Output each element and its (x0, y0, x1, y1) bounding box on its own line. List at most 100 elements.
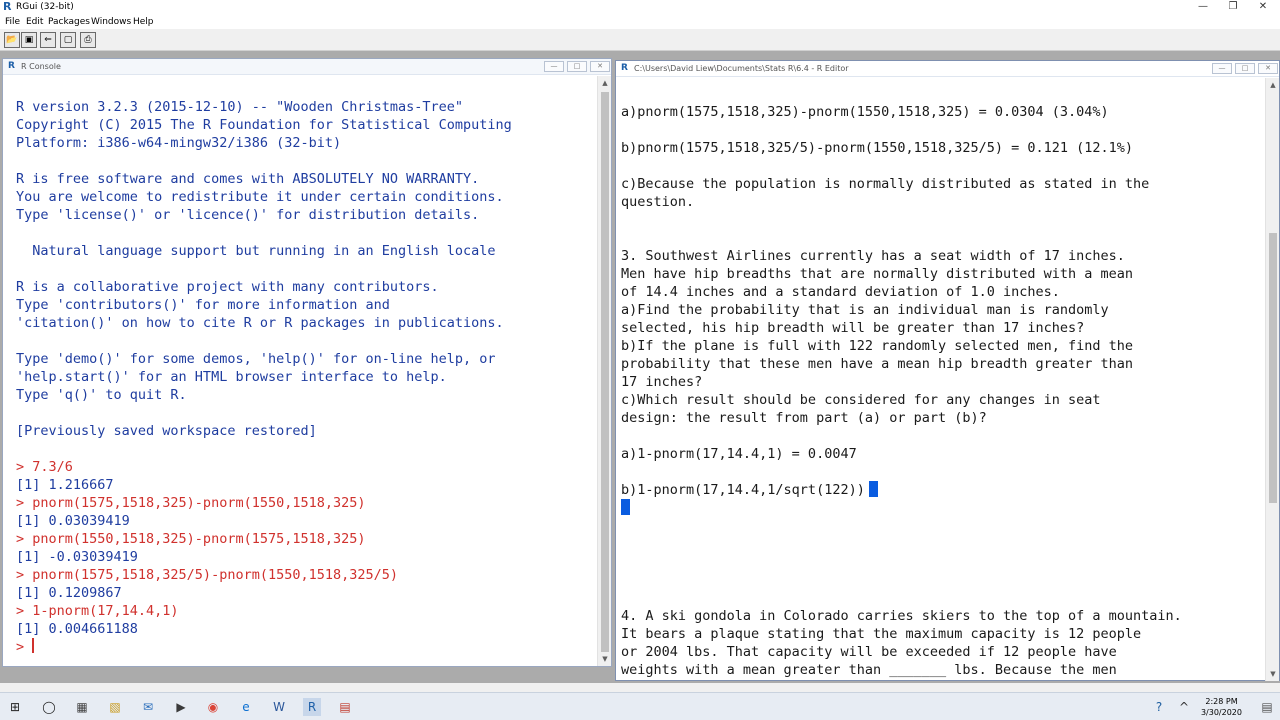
editor-line: selected, his hip breadth will be greate… (621, 319, 1182, 337)
close-button[interactable]: ✕ (1248, 0, 1278, 15)
editor-restore-button[interactable]: □ (1235, 63, 1255, 74)
editor-line-text: probability that these men have a mean h… (621, 356, 1134, 372)
scroll-up-icon[interactable]: ▲ (1266, 78, 1280, 92)
editor-titlebar[interactable]: R C:\Users\David Liew\Documents\Stats R\… (616, 61, 1279, 77)
edge-icon[interactable]: e (237, 698, 255, 716)
word-icon[interactable]: W (270, 698, 288, 716)
r-logo-icon: R (3, 0, 12, 13)
editor-scrollbar[interactable]: ▲ ▼ (1265, 78, 1279, 681)
acrobat-icon[interactable]: ▤ (336, 698, 354, 716)
restore-button[interactable]: ❐ (1218, 0, 1248, 15)
console-intro-line (16, 224, 512, 242)
console-intro-line: Type 'q()' to quit R. (16, 387, 187, 403)
editor-line-text: tend to weigh more than women, the worst… (621, 680, 1133, 681)
editor-line-text: Men have hip breadths that are normally … (621, 266, 1134, 282)
notification-tray-icon[interactable]: ^ (1175, 698, 1193, 716)
console-scrollbar[interactable]: ▲ ▼ (597, 76, 611, 666)
open-script-icon[interactable]: 📂 (4, 32, 20, 48)
menu-edit[interactable]: Edit (26, 16, 43, 28)
console-output-line: [1] 0.004661188 (16, 621, 138, 637)
r-editor-window[interactable]: R C:\Users\David Liew\Documents\Stats R\… (615, 60, 1280, 681)
console-prompt[interactable]: > (16, 638, 512, 656)
editor-minimize-button[interactable]: — (1212, 63, 1232, 74)
console-intro-line: You are welcome to redistribute it under… (16, 189, 504, 205)
console-restore-button[interactable]: □ (567, 61, 587, 72)
clock-date: 3/30/2020 (1200, 708, 1242, 717)
editor-line-text: 4. A ski gondola in Colorado carries ski… (621, 608, 1182, 624)
print-icon[interactable]: ⎙ (80, 32, 96, 48)
copy-icon[interactable]: ▢ (60, 32, 76, 48)
scroll-down-icon[interactable]: ▼ (1266, 667, 1280, 681)
console-command-line: > pnorm(1575,1518,325/5)-pnorm(1550,1518… (16, 567, 399, 583)
editor-title: C:\Users\David Liew\Documents\Stats R\6.… (634, 64, 849, 73)
r-console-window[interactable]: R R Console — □ ✕ R version 3.2.3 (2015-… (2, 58, 612, 667)
editor-close-button[interactable]: ✕ (1258, 63, 1278, 74)
menu-help[interactable]: Help (133, 16, 154, 28)
console-titlebar[interactable]: R R Console — □ ✕ (3, 59, 611, 75)
editor-line: Men have hip breadths that are normally … (621, 265, 1182, 283)
console-command-line: > pnorm(1550,1518,325)-pnorm(1575,1518,3… (16, 531, 366, 547)
save-icon[interactable]: ▣ (21, 32, 37, 48)
scroll-thumb[interactable] (601, 92, 609, 652)
editor-line: question. (621, 193, 1182, 211)
editor-line: weights with a mean greater than _______… (621, 661, 1182, 679)
clock-time: 2:28 PM (1205, 697, 1238, 706)
text-cursor (32, 638, 35, 653)
chrome-icon[interactable]: ◉ (204, 698, 222, 716)
editor-line: It bears a plaque stating that the maxim… (621, 625, 1182, 643)
task-view-icon[interactable]: ▦ (73, 698, 91, 716)
editor-line: 3. Southwest Airlines currently has a se… (621, 247, 1182, 265)
console-intro-line: R is free software and comes with ABSOLU… (16, 171, 480, 187)
editor-line-text: 17 inches? (621, 374, 703, 390)
editor-line-text: 3. Southwest Airlines currently has a se… (621, 248, 1125, 264)
rgui-taskbar-icon[interactable]: R (303, 698, 321, 716)
menu-windows[interactable]: Windows (91, 16, 131, 28)
editor-line: a)pnorm(1575,1518,325)-pnorm(1550,1518,3… (621, 103, 1182, 121)
editor-line: c)Which result should be considered for … (621, 391, 1182, 409)
mail-icon[interactable]: ✉ (139, 698, 157, 716)
system-clock[interactable]: 2:28 PM 3/30/2020 (1201, 696, 1242, 718)
editor-line: of 14.4 inches and a standard deviation … (621, 283, 1182, 301)
load-workspace-icon[interactable]: ⇐ (40, 32, 56, 48)
editor-line-text: b)pnorm(1575,1518,325/5)-pnorm(1550,1518… (621, 140, 1134, 156)
editor-line-text: a)Find the probability that is an indivi… (621, 302, 1109, 318)
help-tray-icon[interactable]: ? (1150, 698, 1168, 716)
editor-line: tend to weigh more than women, the worst… (621, 679, 1182, 681)
console-minimize-button[interactable]: — (544, 61, 564, 72)
editor-line (621, 499, 1182, 517)
editor-line-text: a)1-pnorm(17,14.4,1) = 0.0047 (621, 446, 857, 462)
file-explorer-icon[interactable]: ▧ (106, 698, 124, 716)
minimize-button[interactable]: — (1188, 0, 1218, 15)
console-intro-line (16, 152, 512, 170)
app-titlebar[interactable]: R RGui (32-bit) — ❐ ✕ (0, 0, 1280, 15)
editor-line-text: selected, his hip breadth will be greate… (621, 320, 1085, 336)
console-command-line: > 7.3/6 (16, 459, 73, 475)
menu-packages[interactable]: Packages (48, 16, 90, 28)
media-icon[interactable]: ▶ (172, 698, 190, 716)
menu-file[interactable]: File (5, 16, 20, 28)
console-intro-line: [Previously saved workspace restored] (16, 423, 317, 439)
console-close-button[interactable]: ✕ (590, 61, 610, 72)
notifications-icon[interactable]: ▤ (1258, 698, 1276, 716)
scroll-thumb[interactable] (1269, 233, 1277, 503)
console-output[interactable]: R version 3.2.3 (2015-12-10) -- "Wooden … (3, 76, 599, 666)
editor-line-text: It bears a plaque stating that the maxim… (621, 626, 1142, 642)
windows-start-icon[interactable]: ⊞ (6, 698, 24, 716)
console-intro-line: 'citation()' on how to cite R or R packa… (16, 315, 504, 331)
scroll-up-icon[interactable]: ▲ (598, 76, 612, 90)
editor-line-text: c)Which result should be considered for … (621, 392, 1101, 408)
scroll-down-icon[interactable]: ▼ (598, 652, 612, 666)
search-icon[interactable]: ◯ (40, 698, 58, 716)
editor-line-text: or 2004 lbs. That capacity will be excee… (621, 644, 1117, 660)
editor-line: design: the result from part (a) or part… (621, 409, 1182, 427)
console-output-line: [1] -0.03039419 (16, 549, 138, 565)
editor-line-text: question. (621, 194, 695, 210)
prompt-symbol: > (16, 639, 33, 655)
editor-text-area[interactable]: a)pnorm(1575,1518,325)-pnorm(1550,1518,3… (616, 78, 1267, 681)
editor-line: probability that these men have a mean h… (621, 355, 1182, 373)
